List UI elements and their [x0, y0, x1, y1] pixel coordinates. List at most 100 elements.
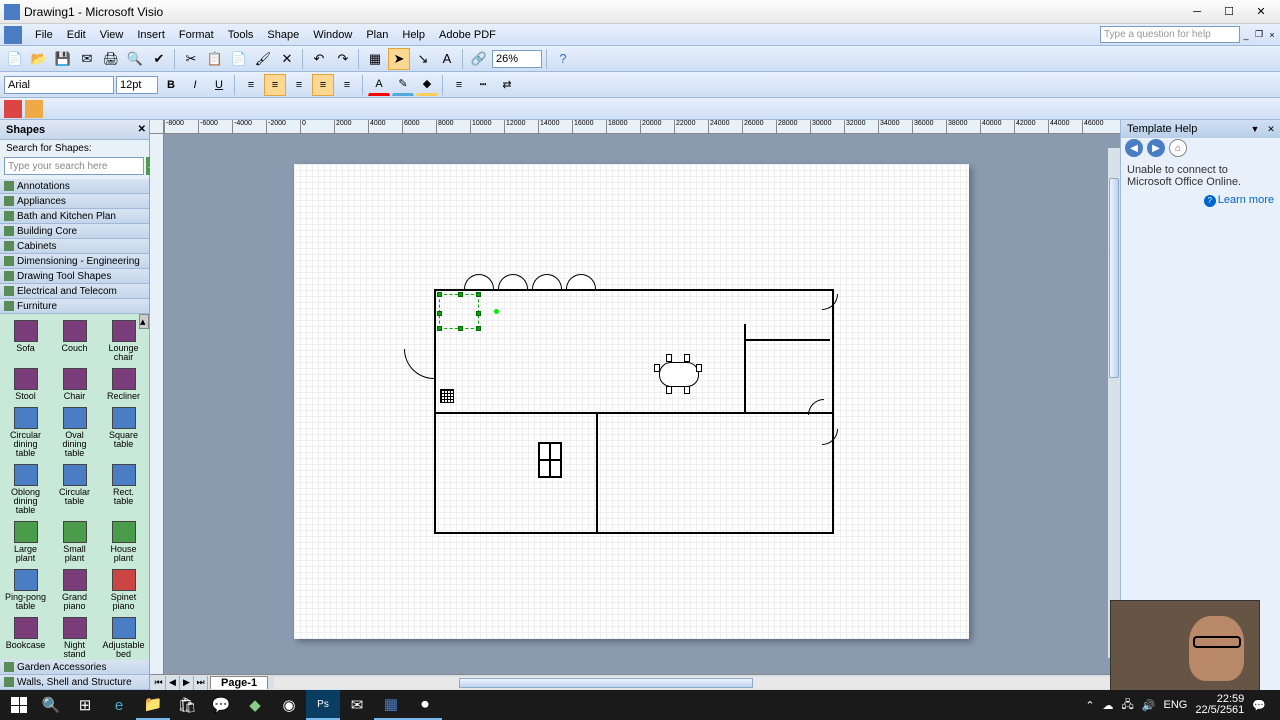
preview-button[interactable]: 🔍 [124, 48, 146, 70]
selected-shape[interactable] [439, 294, 479, 329]
horizontal-scrollbar[interactable] [274, 677, 1114, 689]
wall-vertical[interactable] [596, 412, 598, 532]
store-icon[interactable]: 🛍 [170, 690, 204, 720]
obs-icon[interactable]: ⏺ [408, 690, 442, 720]
wall-horizontal[interactable] [434, 412, 834, 414]
close-button[interactable]: ✕ [1246, 3, 1276, 21]
spell-button[interactable]: ✔ [148, 48, 170, 70]
shape-rect-table[interactable]: Rect. table [100, 462, 147, 517]
shape-square-table[interactable]: Square table [100, 405, 147, 460]
mail-icon[interactable]: ✉ [340, 690, 374, 720]
align-center-button[interactable]: ≡ [264, 74, 286, 96]
align-right-button[interactable]: ≡ [288, 74, 310, 96]
connector-button[interactable]: ↘ [412, 48, 434, 70]
shape-recliner[interactable]: Recliner [100, 366, 147, 403]
save-button[interactable]: 💾 [52, 48, 74, 70]
shapes-search-input[interactable] [4, 157, 144, 175]
format-painter-button[interactable]: 🖌 [252, 48, 274, 70]
menu-view[interactable]: View [93, 27, 131, 43]
pdf-convert-icon[interactable] [25, 100, 43, 118]
print-button[interactable]: 🖨 [100, 48, 122, 70]
chair-shape[interactable] [666, 354, 672, 362]
help-home-button[interactable]: ⌂ [1169, 139, 1187, 157]
category-drawing-tool-shapes[interactable]: Drawing Tool Shapes [0, 269, 149, 284]
visio-icon[interactable] [4, 26, 22, 44]
help-button[interactable]: ? [552, 48, 574, 70]
edge-icon[interactable]: e [102, 690, 136, 720]
category-bath-and-kitchen-plan[interactable]: Bath and Kitchen Plan [0, 209, 149, 224]
undo-button[interactable]: ↶ [308, 48, 330, 70]
category-building-core[interactable]: Building Core [0, 224, 149, 239]
shape-large-plant[interactable]: Large plant [2, 519, 49, 565]
menu-insert[interactable]: Insert [130, 27, 172, 43]
paste-button[interactable]: 📄 [228, 48, 250, 70]
category-appliances[interactable]: Appliances [0, 194, 149, 209]
menu-file[interactable]: File [28, 27, 60, 43]
shape-grand-piano[interactable]: Grand piano [51, 567, 98, 613]
shapes-scroll-up[interactable]: ▴ [139, 314, 149, 329]
tab-prev-button[interactable]: ◀ [166, 676, 180, 690]
door-right-2[interactable] [822, 429, 838, 445]
align-left-button[interactable]: ≡ [240, 74, 262, 96]
mdi-close-button[interactable]: × [1266, 29, 1278, 41]
font-size-combo[interactable] [116, 76, 158, 94]
menu-plan[interactable]: Plan [359, 27, 395, 43]
help-close-button[interactable]: ✕ [1264, 122, 1278, 136]
shape-chair[interactable]: Chair [51, 366, 98, 403]
shape-bookcase[interactable]: Bookcase [2, 615, 49, 660]
chair-shape[interactable] [684, 354, 690, 362]
line-ends-button[interactable]: ⇄ [496, 74, 518, 96]
italic-button[interactable]: I [184, 74, 206, 96]
tab-first-button[interactable]: ⏮ [152, 676, 166, 690]
bold-button[interactable]: B [160, 74, 182, 96]
help-back-button[interactable]: ◀ [1125, 139, 1143, 157]
drawing-canvas[interactable] [164, 134, 1120, 674]
font-name-combo[interactable] [4, 76, 114, 94]
tab-last-button[interactable]: ⏭ [194, 676, 208, 690]
mdi-minimize-button[interactable]: _ [1240, 29, 1252, 41]
align-bottom-button[interactable]: ≡ [336, 74, 358, 96]
tray-notifications-icon[interactable]: 💬 [1252, 699, 1266, 712]
tray-up-icon[interactable]: ⌃ [1085, 699, 1094, 712]
start-button[interactable] [4, 690, 34, 720]
photoshop-icon[interactable]: Ps [306, 690, 340, 720]
line-color-button[interactable]: ✎ [392, 74, 414, 96]
category-furniture[interactable]: Furniture [0, 299, 149, 314]
wall-room-vertical[interactable] [744, 324, 746, 414]
cut-button[interactable]: ✂ [180, 48, 202, 70]
line-weight-button[interactable]: ≡ [448, 74, 470, 96]
font-color-button[interactable]: A [368, 74, 390, 96]
chair-shape[interactable] [666, 386, 672, 394]
tray-clock[interactable]: 22:59 22/5/2561 [1195, 694, 1244, 716]
menu-shape[interactable]: Shape [260, 27, 306, 43]
menu-adobe-pdf[interactable]: Adobe PDF [432, 27, 503, 43]
drawing-page[interactable] [294, 164, 969, 639]
window-4pane[interactable] [538, 442, 562, 478]
text-button[interactable]: A [436, 48, 458, 70]
shapes-window-button[interactable]: ▦ [364, 48, 386, 70]
menu-help[interactable]: Help [395, 27, 432, 43]
shape-ping-pong-table[interactable]: Ping-pong table [2, 567, 49, 613]
shapes-close-button[interactable]: ✕ [138, 124, 146, 135]
underline-button[interactable]: U [208, 74, 230, 96]
chair-shape[interactable] [654, 364, 660, 372]
page-tab[interactable]: Page-1 [210, 676, 268, 689]
windows-top[interactable] [464, 274, 596, 289]
redo-button[interactable]: ↷ [332, 48, 354, 70]
shape-sofa[interactable]: Sofa [2, 318, 49, 364]
help-dropdown-button[interactable]: ▼ [1248, 122, 1262, 136]
open-button[interactable]: 📂 [28, 48, 50, 70]
menu-edit[interactable]: Edit [60, 27, 93, 43]
wall-room-horizontal[interactable] [744, 339, 830, 341]
task-view-icon[interactable]: ⊞ [68, 690, 102, 720]
cooktop-shape[interactable] [440, 389, 454, 403]
tray-onedrive-icon[interactable]: ☁ [1103, 699, 1114, 712]
copy-button[interactable]: 📋 [204, 48, 226, 70]
door-right-1[interactable] [822, 294, 838, 310]
shape-night-stand[interactable]: Night stand [51, 615, 98, 660]
zoom-combo[interactable] [492, 50, 542, 68]
shape-small-plant[interactable]: Small plant [51, 519, 98, 565]
category-dimensioning-engineering[interactable]: Dimensioning - Engineering [0, 254, 149, 269]
category-annotations[interactable]: Annotations [0, 179, 149, 194]
pointer-button[interactable]: ➤ [388, 48, 410, 70]
